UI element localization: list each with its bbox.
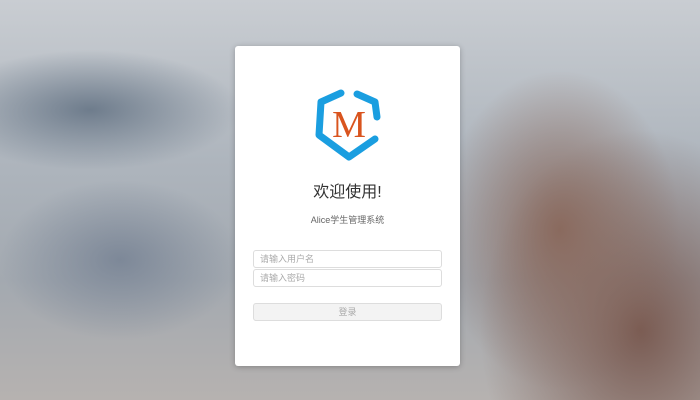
system-name: Alice学生管理系统 — [310, 215, 385, 225]
app-logo: M — [315, 89, 381, 161]
svg-text:M: M — [332, 104, 366, 146]
welcome-title: 欢迎使用! — [313, 184, 382, 201]
password-input[interactable] — [253, 269, 442, 287]
username-input[interactable] — [253, 250, 442, 268]
login-card: M 欢迎使用! Alice学生管理系统 登录 — [235, 46, 460, 366]
login-button[interactable]: 登录 — [253, 303, 442, 321]
